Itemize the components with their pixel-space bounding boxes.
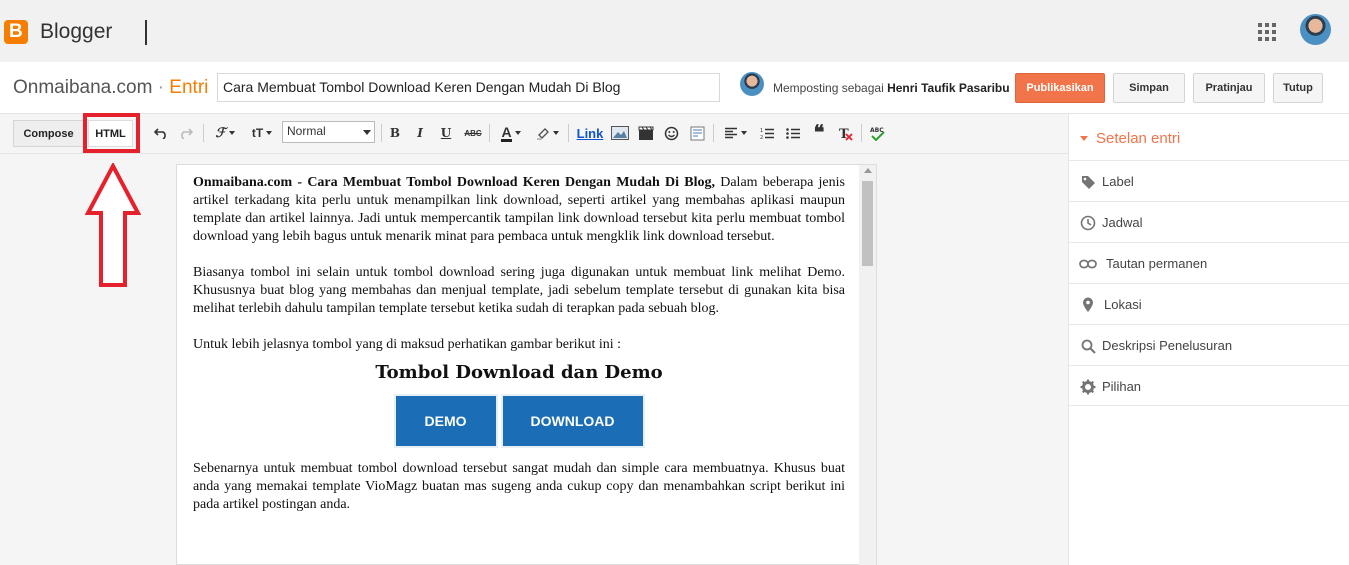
annotation-highlight-box bbox=[83, 113, 140, 153]
scrollbar-thumb[interactable] bbox=[862, 181, 873, 266]
preview-button[interactable]: Pratinjau bbox=[1193, 73, 1265, 103]
redo-icon[interactable] bbox=[178, 123, 194, 143]
post-settings-heading[interactable]: Setelan entri bbox=[1096, 130, 1180, 147]
publish-button[interactable]: Publikasikan bbox=[1015, 73, 1105, 103]
sidebar-item-permalink[interactable]: Tautan permanen bbox=[1069, 242, 1349, 283]
breadcrumb-separator: · bbox=[157, 77, 165, 98]
italic-button[interactable]: I bbox=[413, 123, 427, 143]
blog-name[interactable]: Onmaibana.com bbox=[13, 77, 152, 98]
strikethrough-button[interactable]: ABC bbox=[463, 123, 483, 143]
numbered-list-icon[interactable]: 12 bbox=[758, 123, 776, 143]
link-icon bbox=[1079, 255, 1097, 273]
quote-icon[interactable]: ❝ bbox=[810, 123, 828, 143]
search-icon bbox=[1079, 337, 1097, 355]
author-name: Henri Taufik Pasaribu bbox=[887, 81, 1010, 95]
download-button-image: DOWNLOAD bbox=[502, 396, 643, 446]
post-title-bar: Onmaibana.com · Entri Cara Membuat Tombo… bbox=[0, 62, 1349, 114]
spellcheck-icon[interactable]: ABC bbox=[868, 123, 886, 143]
gear-icon bbox=[1079, 378, 1097, 396]
image-title: Tombol Download dan Demo bbox=[375, 362, 663, 383]
highlight-color-icon[interactable] bbox=[533, 123, 561, 143]
save-button[interactable]: Simpan bbox=[1113, 73, 1185, 103]
post-title-input[interactable]: Cara Membuat Tombol Download Keren Denga… bbox=[217, 73, 720, 102]
location-icon bbox=[1079, 296, 1097, 314]
insert-video-icon[interactable] bbox=[636, 123, 656, 143]
svg-text:1: 1 bbox=[760, 128, 763, 134]
close-button[interactable]: Tutup bbox=[1273, 73, 1323, 103]
post-paragraph: Biasanya tombol ini selain untuk tombol … bbox=[193, 265, 845, 316]
account-avatar[interactable] bbox=[1300, 14, 1331, 45]
chevron-down-icon bbox=[363, 130, 371, 135]
posting-as-text: Memposting sebagai Henri Taufik Pasaribu bbox=[773, 81, 1010, 95]
font-family-icon[interactable]: ℱ bbox=[212, 123, 238, 143]
sidebar-item-label[interactable]: Label bbox=[1069, 160, 1349, 201]
text-color-icon[interactable]: A bbox=[497, 123, 525, 143]
format-select[interactable]: Normal bbox=[282, 121, 375, 143]
insert-jump-break-icon[interactable] bbox=[688, 123, 706, 143]
blog-breadcrumb: Onmaibana.com · Entri bbox=[13, 77, 208, 99]
align-icon[interactable] bbox=[721, 123, 749, 143]
demo-button-image: DEMO bbox=[395, 396, 496, 446]
scroll-up-icon[interactable] bbox=[864, 168, 872, 173]
sidebar-item-location[interactable]: Lokasi bbox=[1069, 283, 1349, 324]
annotation-arrow-icon bbox=[85, 163, 141, 287]
section-name: Entri bbox=[169, 77, 209, 98]
blogger-logo-icon[interactable]: B bbox=[4, 20, 28, 44]
post-body-editor[interactable]: Onmaibana.com - Cara Membuat Tombol Down… bbox=[176, 164, 877, 565]
undo-icon[interactable] bbox=[153, 123, 169, 143]
post-content[interactable]: Onmaibana.com - Cara Membuat Tombol Down… bbox=[193, 174, 845, 532]
insert-emoji-icon[interactable] bbox=[662, 123, 680, 143]
clock-icon bbox=[1079, 214, 1097, 232]
insert-image-icon[interactable] bbox=[610, 123, 630, 143]
post-paragraph: Onmaibana.com - Cara Membuat Tombol Down… bbox=[193, 175, 845, 244]
svg-text:2: 2 bbox=[760, 135, 763, 140]
apps-grid-icon[interactable] bbox=[1258, 23, 1276, 41]
sidebar-item-schedule[interactable]: Jadwal bbox=[1069, 201, 1349, 242]
post-settings-sidebar: Setelan entri Label Jadwal Tautan perman… bbox=[1068, 114, 1349, 565]
editor-toolbar: Compose HTML ℱ tT Normal B I U ABC A Lin… bbox=[0, 114, 1068, 154]
caret-down-icon[interactable] bbox=[1080, 136, 1088, 141]
font-size-icon[interactable]: tT bbox=[248, 123, 276, 143]
bold-button[interactable]: B bbox=[388, 123, 402, 143]
author-avatar bbox=[740, 72, 764, 96]
sidebar-item-search-description[interactable]: Deskripsi Penelusuran bbox=[1069, 324, 1349, 365]
divider bbox=[145, 20, 147, 45]
link-button[interactable]: Link bbox=[576, 123, 604, 143]
compose-mode-button[interactable]: Compose bbox=[13, 120, 84, 147]
embedded-image[interactable]: DEMO DOWNLOAD bbox=[193, 396, 845, 446]
underline-button[interactable]: U bbox=[439, 123, 453, 143]
label-icon bbox=[1079, 173, 1097, 191]
brand-name[interactable]: Blogger bbox=[40, 20, 112, 44]
post-paragraph: Untuk lebih jelasnya tombol yang di maks… bbox=[193, 337, 622, 352]
sidebar-item-options[interactable]: Pilihan bbox=[1069, 365, 1349, 406]
clear-formatting-icon[interactable]: T bbox=[836, 123, 854, 143]
top-bar: B Blogger bbox=[0, 0, 1349, 62]
bullet-list-icon[interactable] bbox=[784, 123, 802, 143]
post-paragraph: Sebenarnya untuk membuat tombol download… bbox=[193, 461, 845, 512]
